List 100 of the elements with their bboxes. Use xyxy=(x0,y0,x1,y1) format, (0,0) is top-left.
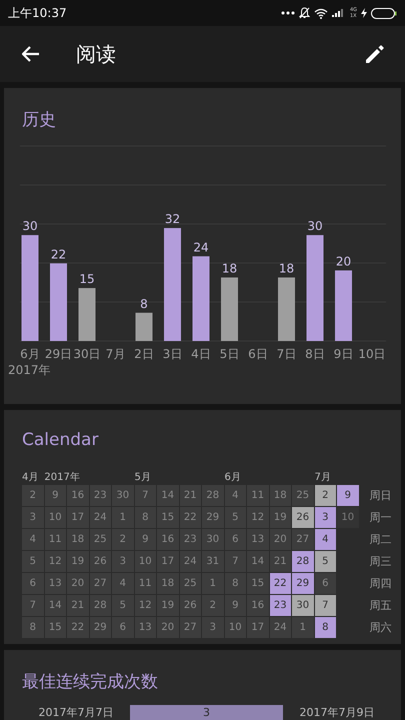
calendar-day: 19 xyxy=(67,551,88,572)
axis-label: 30日 xyxy=(73,347,101,361)
weekday-label: 周日 xyxy=(370,488,392,504)
calendar-day: 25 xyxy=(90,529,111,550)
axis-label: 6月 xyxy=(20,347,40,361)
calendar-day: 30 xyxy=(202,529,224,550)
calendar-day: 9 xyxy=(224,595,246,616)
calendar-day: 26 xyxy=(90,551,111,572)
calendar-day: 6 xyxy=(224,529,246,550)
axis-label: 4日 xyxy=(191,347,211,361)
calendar-day: 31 xyxy=(202,551,224,572)
calendar-day: 18 xyxy=(157,573,178,594)
streak-start-date: 2017年7月7日 xyxy=(38,705,114,720)
calendar-day: 10 xyxy=(44,507,66,528)
calendar-day: 10 xyxy=(337,507,358,528)
bar-value-label: 15 xyxy=(79,272,95,286)
calendar-day: 4 xyxy=(314,529,336,550)
weekday-label: 周三 xyxy=(370,554,392,570)
charging-icon xyxy=(361,8,367,18)
calendar-day: 5 xyxy=(224,507,246,528)
axis-label: 2日 xyxy=(134,347,154,361)
bell-off-icon xyxy=(298,7,310,19)
card-title: Calendar xyxy=(21,429,100,450)
calendar-day: 3 xyxy=(314,507,336,528)
calendar-day: 20 xyxy=(157,617,178,638)
calendar-day: 26 xyxy=(180,595,201,616)
axis-label: 9日 xyxy=(334,347,354,361)
bar-value-label: 20 xyxy=(336,254,352,268)
calendar-day: 8 xyxy=(224,573,246,594)
calendar-day: 2 xyxy=(112,529,134,550)
calendar-day: 21 xyxy=(180,485,201,506)
month-label: 6月 xyxy=(224,471,241,484)
calendar-day: 5 xyxy=(22,551,44,572)
axis-label: 7日 xyxy=(276,347,296,361)
year-label: 2017年 xyxy=(44,471,80,484)
calendar-day: 12 xyxy=(134,595,156,616)
calendar-day: 12 xyxy=(44,551,66,572)
calendar-day: 27 xyxy=(292,529,314,550)
calendar-day: 18 xyxy=(270,485,291,506)
calendar-day: 1 xyxy=(112,507,134,528)
page-title: 阅读 xyxy=(76,40,116,68)
calendar-day: 25 xyxy=(180,573,201,594)
calendar-day: 15 xyxy=(247,573,268,594)
status-time: 上午10:37 xyxy=(8,4,67,22)
calendar-day: 10 xyxy=(134,551,156,572)
calendar-day: 14 xyxy=(44,595,66,616)
month-label: 5月 xyxy=(134,471,151,484)
calendar-day: 6 xyxy=(22,573,44,594)
calendar-day: 8 xyxy=(22,617,44,638)
calendar-day: 19 xyxy=(270,507,291,528)
calendar-day: 11 xyxy=(44,529,66,550)
calendar-day: 23 xyxy=(180,529,201,550)
month-label: 7月 xyxy=(314,471,331,484)
calendar-day: 5 xyxy=(112,595,134,616)
calendar-day: 17 xyxy=(67,507,88,528)
calendar-day: 30 xyxy=(292,595,314,616)
calendar-day: 16 xyxy=(67,485,88,506)
more-icon xyxy=(280,11,295,15)
calendar-day: 15 xyxy=(44,617,66,638)
calendar-day: 13 xyxy=(247,529,268,550)
bar-value-label: 22 xyxy=(50,247,66,262)
bar-value-label: 8 xyxy=(140,296,148,311)
calendar-day: 24 xyxy=(90,507,111,528)
axis-label: 7月 xyxy=(106,347,126,361)
weekday-label: 周四 xyxy=(370,576,392,592)
bar-value-label: 30 xyxy=(307,219,323,234)
calendar-day: 29 xyxy=(90,617,111,638)
calendar-day: 3 xyxy=(112,551,134,572)
calendar-day: 7 xyxy=(22,595,44,616)
calendar-day: 4 xyxy=(224,485,246,506)
bar-value-label: 32 xyxy=(164,212,180,226)
calendar-day: 11 xyxy=(134,573,156,594)
calendar-day: 3 xyxy=(202,617,224,638)
axis-label: 5日 xyxy=(220,347,240,361)
calendar-day: 22 xyxy=(270,573,291,594)
calendar-day: 22 xyxy=(180,507,201,528)
calendar-day: 8 xyxy=(134,507,156,528)
back-arrow-icon xyxy=(22,46,40,62)
battery-icon xyxy=(371,8,397,18)
calendar-day: 7 xyxy=(134,485,156,506)
pencil-icon xyxy=(365,44,385,64)
calendar-day: 26 xyxy=(292,507,314,528)
calendar-day: 16 xyxy=(157,529,178,550)
calendar-day: 30 xyxy=(112,485,134,506)
calendar-day: 12 xyxy=(247,507,268,528)
axis-label: 10日 xyxy=(358,347,386,361)
weekday-label: 周二 xyxy=(370,532,392,548)
calendar-day: 2 xyxy=(202,595,224,616)
calendar-day: 4 xyxy=(22,529,44,550)
calendar-day: 6 xyxy=(314,573,336,594)
calendar-day: 9 xyxy=(134,529,156,550)
calendar-day: 1 xyxy=(202,573,224,594)
calendar-day: 19 xyxy=(157,595,178,616)
year-label: 2017年 xyxy=(8,363,51,377)
calendar-day: 6 xyxy=(112,617,134,638)
month-label: 4月 xyxy=(22,471,38,484)
calendar-day: 24 xyxy=(180,551,201,572)
calendar-day: 24 xyxy=(270,617,291,638)
calendar-day: 27 xyxy=(90,573,111,594)
calendar-day: 14 xyxy=(247,551,268,572)
